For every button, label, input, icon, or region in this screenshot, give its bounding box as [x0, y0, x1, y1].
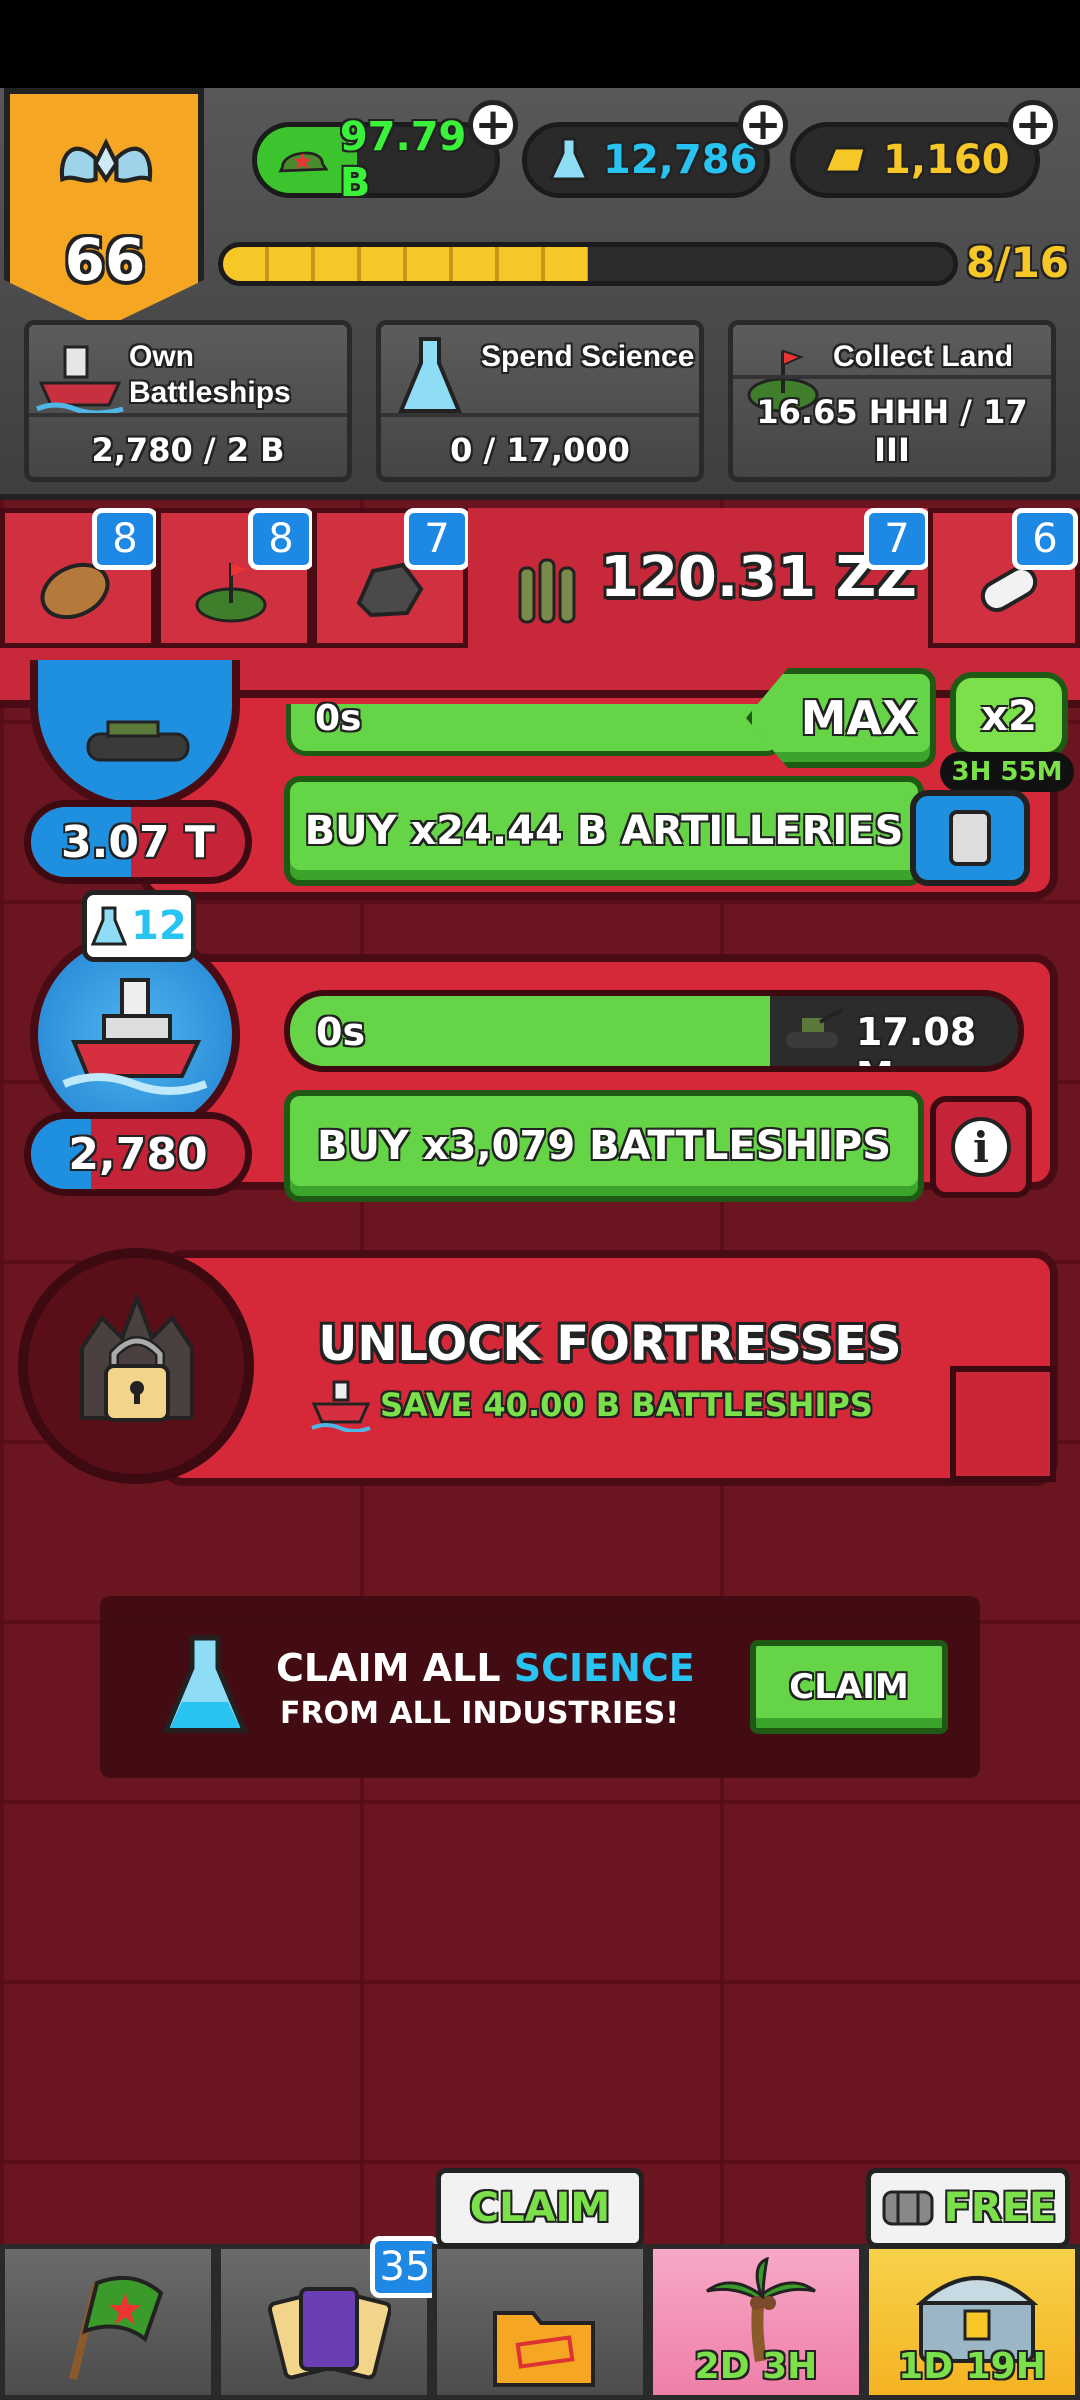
- tab-badge: 8: [248, 508, 314, 570]
- buy-battleships-button[interactable]: BUY x3,079 BATTLESHIPS: [284, 1090, 924, 1202]
- flask-icon: [91, 906, 128, 946]
- science-value: 12,786: [603, 137, 758, 183]
- artillery-icon: [786, 1008, 843, 1048]
- tab-badge: 7: [404, 508, 470, 570]
- goal-progress: 2,780 / 2 B: [29, 413, 347, 469]
- artillery-timer: 0s: [315, 698, 362, 739]
- claim-science-banner: CLAIM ALL SCIENCE FROM ALL INDUSTRIES! C…: [100, 1596, 980, 1778]
- locked-fortress-icon: [80, 1292, 194, 1422]
- fortress-lock-circle: [18, 1248, 254, 1484]
- gold-bar-icon: [822, 146, 867, 174]
- nav-tab-files[interactable]: [432, 2244, 648, 2400]
- nav-tab-flag[interactable]: [0, 2244, 216, 2400]
- battleship-icon: [311, 1380, 371, 1432]
- buy-battleships-label: BUY x3,079 BATTLESHIPS: [316, 1123, 892, 1169]
- battleship-count: 2,780: [24, 1112, 252, 1196]
- claim-science-line2: FROM ALL INDUSTRIES!: [280, 1696, 679, 1731]
- boost-label: x2: [980, 690, 1038, 740]
- tab-badge: 7: [864, 508, 930, 570]
- science-counter[interactable]: 12,786: [522, 122, 770, 198]
- cash-counter[interactable]: 97.79 B: [252, 114, 500, 206]
- nav-tab-chest[interactable]: 1D 19H: [864, 2244, 1080, 2400]
- fortress-requirement-text: SAVE 40.00 B BATTLESHIPS: [380, 1386, 873, 1424]
- flask-icon: [398, 337, 462, 413]
- wings-icon: [59, 138, 153, 183]
- buy-artillery-label: BUY x24.44 B ARTILLERIES: [304, 808, 904, 854]
- battleship-icon: [35, 345, 124, 416]
- gold-value: 1,160: [883, 137, 1010, 183]
- manager-button[interactable]: [910, 790, 1030, 886]
- status-bar: [0, 0, 1080, 88]
- nav-tab-island[interactable]: 2D 3H: [648, 2244, 864, 2400]
- battleship-icon: [62, 978, 208, 1095]
- add-gold-button[interactable]: +: [1008, 100, 1058, 150]
- info-icon: i: [951, 1117, 1011, 1177]
- gold-counter[interactable]: 1,160: [790, 122, 1040, 198]
- goal-card-land[interactable]: Collect Land 16.65 HHH / 17 III: [728, 320, 1056, 482]
- goal-card-science[interactable]: Spend Science 0 / 17,000: [376, 320, 704, 482]
- army-cap-icon: [278, 151, 328, 173]
- claim-science-line1: CLAIM ALL SCIENCE: [276, 1646, 695, 1690]
- cards-badge: 35: [370, 2236, 440, 2298]
- fortress-title: UNLOCK FORTRESSES: [318, 1316, 902, 1372]
- goal-progress: 0 / 17,000: [381, 413, 699, 469]
- fortress-requirement: SAVE 40.00 B BATTLESHIPS: [310, 1378, 930, 1432]
- folder-icon: [493, 2311, 595, 2387]
- tab-badge: 6: [1012, 508, 1078, 570]
- xp-progress-bar: [218, 242, 958, 286]
- chest-free-bubble[interactable]: FREE: [866, 2168, 1070, 2248]
- files-claim-label: CLAIM: [469, 2185, 611, 2231]
- battleship-progress-bar: 0s 17.08 M: [284, 990, 1024, 1072]
- claim-science-button[interactable]: CLAIM: [750, 1640, 948, 1734]
- battleship-count-value: 2,780: [68, 1128, 208, 1180]
- battleship-reward: 17.08 M: [856, 1010, 977, 1066]
- science-cost-bubble: 12: [82, 890, 196, 962]
- add-cash-button[interactable]: +: [468, 100, 518, 150]
- goal-progress: 16.65 HHH / 17 III: [733, 375, 1051, 469]
- info-button[interactable]: i: [930, 1096, 1032, 1198]
- card-icon: [949, 810, 991, 866]
- buy-artillery-button[interactable]: BUY x24.44 B ARTILLERIES: [284, 776, 924, 886]
- flask-icon: [548, 137, 590, 181]
- film-reel-icon: [882, 2190, 934, 2226]
- science-cost-value: 12: [131, 903, 187, 949]
- artillery-progress-bar: 0s: [286, 698, 786, 756]
- island-timer: 2D 3H: [694, 2346, 818, 2387]
- flag-icon: [69, 2275, 164, 2380]
- xp-label: 8/16: [966, 238, 1070, 287]
- goal-title: Collect Land: [833, 340, 1014, 373]
- claim-science-button-label: CLAIM: [789, 1667, 909, 1707]
- chest-free-label: FREE: [943, 2185, 1057, 2231]
- max-label: MAX: [800, 691, 918, 745]
- flask-icon: [162, 1635, 248, 1733]
- level-number: 66: [64, 226, 146, 294]
- goal-title: Spend Science: [481, 340, 695, 373]
- chest-timer: 1D 19H: [898, 2346, 1046, 2387]
- goal-title: Own Battleships: [129, 340, 291, 409]
- boost-x2-button[interactable]: x2: [950, 672, 1068, 758]
- artillery-count-value: 3.07 T: [61, 816, 215, 868]
- goal-card-battleships[interactable]: Own Battleships 2,780 / 2 B: [24, 320, 352, 482]
- ammo-icon: [518, 558, 576, 624]
- boost-timer: 3H 55M: [940, 752, 1074, 792]
- fortress-panel-corner: [950, 1366, 1056, 1482]
- tab-badge: 8: [92, 508, 158, 570]
- artillery-count: 3.07 T: [24, 800, 252, 884]
- artillery-icon: [86, 720, 190, 762]
- xp-progress-fill: [223, 247, 588, 281]
- files-claim-bubble[interactable]: CLAIM: [436, 2168, 644, 2248]
- bottom-nav: 35 2D 3H 1D 19H CLAIM FREE: [0, 2168, 1080, 2400]
- add-science-button[interactable]: +: [738, 100, 788, 150]
- battleship-timer: 0s: [316, 1010, 366, 1054]
